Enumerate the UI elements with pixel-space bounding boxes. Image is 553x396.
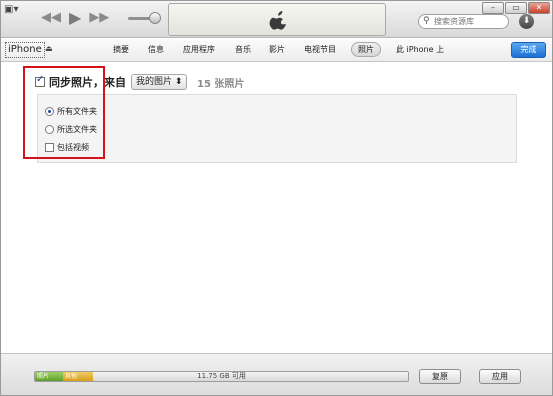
tab-apps[interactable]: 应用程序 (183, 44, 215, 55)
revert-button[interactable]: 复原 (419, 369, 461, 384)
tab-tv-shows[interactable]: 电视节目 (304, 44, 336, 55)
photo-source-select[interactable]: 我的图片 ⬍ (131, 74, 188, 90)
itunes-window: ▣▾ ◀◀ ▶ ▶▶ – ▭ ✕ ⚲ ⬇ iPhone ⏏ 摘要 信息 (0, 0, 553, 396)
tab-on-this-iphone[interactable]: 此 iPhone 上 (396, 44, 444, 55)
photo-count: 15 张照片 (197, 79, 245, 90)
status-display (168, 3, 386, 36)
tab-photos[interactable]: 照片 (351, 42, 381, 57)
volume-knob[interactable] (149, 12, 161, 24)
device-name[interactable]: iPhone (5, 42, 45, 58)
photos-segment: 照片 (35, 372, 63, 381)
close-button[interactable]: ✕ (528, 2, 550, 14)
eject-icon[interactable]: ⏏ (45, 44, 53, 53)
tab-music[interactable]: 音乐 (235, 44, 251, 55)
toolbar: ▣▾ ◀◀ ▶ ▶▶ – ▭ ✕ ⚲ ⬇ (1, 1, 552, 38)
other-segment: 其他 (63, 372, 93, 381)
tab-movies[interactable]: 影片 (269, 44, 285, 55)
maximize-button[interactable]: ▭ (505, 2, 527, 14)
transport-controls: ◀◀ ▶ ▶▶ (41, 10, 109, 26)
search-input[interactable] (434, 16, 506, 27)
highlight-box (23, 66, 105, 159)
storage-capacity-bar: 11.75 GB 可用 照片 其他 (34, 371, 409, 382)
window-controls: – ▭ ✕ (482, 2, 550, 14)
apple-logo-icon (269, 11, 287, 30)
done-button[interactable]: 完成 (511, 42, 546, 58)
minimize-button[interactable]: – (482, 2, 504, 14)
search-icon: ⚲ (423, 16, 430, 26)
play-icon[interactable]: ▶ (69, 10, 81, 26)
device-navbar: iPhone ⏏ 摘要 信息 应用程序 音乐 影片 电视节目 照片 此 iPho… (1, 39, 552, 62)
tab-summary[interactable]: 摘要 (113, 44, 129, 55)
next-track-icon[interactable]: ▶▶ (89, 11, 109, 25)
bottom-bar: 11.75 GB 可用 照片 其他 复原 应用 (1, 353, 552, 395)
apply-button[interactable]: 应用 (479, 369, 521, 384)
download-icon[interactable]: ⬇ (519, 14, 534, 29)
tab-info[interactable]: 信息 (148, 44, 164, 55)
menu-icon[interactable]: ▣▾ (4, 4, 20, 16)
search-field[interactable]: ⚲ (418, 14, 509, 29)
sync-options-panel (37, 94, 517, 163)
previous-track-icon[interactable]: ◀◀ (41, 11, 61, 25)
